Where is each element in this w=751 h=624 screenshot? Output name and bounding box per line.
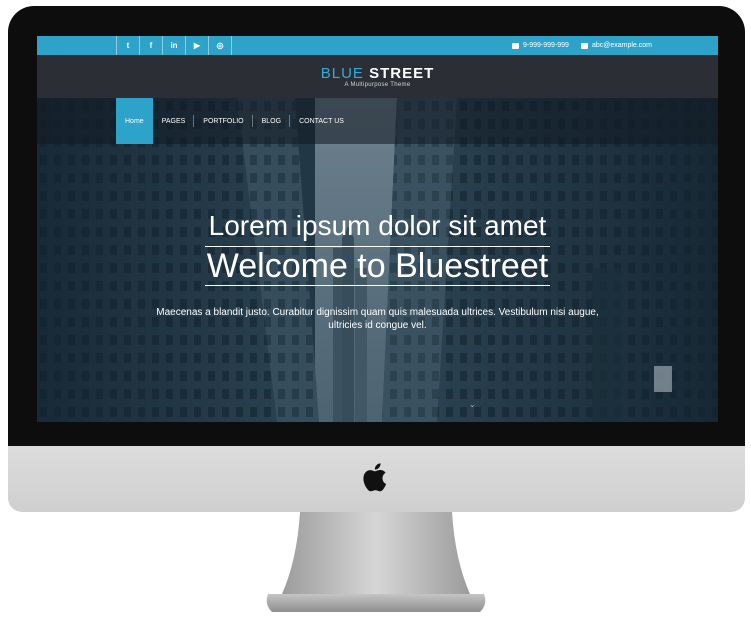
hero-section: Home PAGES PORTFOLIO BLOG CONTACT US Lor…: [37, 98, 718, 422]
main-nav: Home PAGES PORTFOLIO BLOG CONTACT US: [37, 98, 718, 144]
site-header: BLUE STREET A Multipurpose Theme: [37, 55, 718, 98]
nav-item-pages[interactable]: PAGES: [153, 98, 195, 144]
site-logo[interactable]: BLUE STREET: [37, 65, 718, 82]
facebook-icon[interactable]: f: [140, 36, 163, 55]
hero-paragraph: Maecenas a blandit justo. Curabitur dign…: [156, 307, 599, 331]
top-bar: t f in ▶ ◎ 9-999-999-999 abc@example.com: [37, 36, 718, 55]
logo-part1: BLUE: [320, 65, 364, 82]
hero-subtitle: Welcome to Bluestreet: [204, 246, 551, 286]
site-tagline: A Multipurpose Theme: [344, 82, 411, 88]
nav-item-home[interactable]: Home: [116, 98, 153, 144]
twitter-icon[interactable]: t: [117, 36, 140, 55]
hero-subtitle-wrap: Welcome to Bluestreet: [37, 246, 718, 286]
email-link[interactable]: abc@example.com: [592, 42, 652, 49]
linkedin-icon[interactable]: in: [163, 36, 186, 55]
contact-info: 9-999-999-999 abc@example.com: [512, 36, 652, 55]
social-links: t f in ▶ ◎: [116, 36, 232, 55]
nav-item-blog[interactable]: BLOG: [253, 98, 291, 144]
nav-item-contact-us[interactable]: CONTACT US: [290, 98, 353, 144]
mail-icon: [580, 42, 588, 49]
hero-title: Lorem ipsum dolor sit amet: [208, 210, 547, 241]
logo-part2: STREET: [369, 65, 435, 82]
nav-item-portfolio[interactable]: PORTFOLIO: [194, 98, 253, 144]
monitor-chin: [8, 446, 745, 512]
apple-logo-icon: [363, 463, 387, 492]
youtube-icon[interactable]: ▶: [186, 36, 209, 55]
website-screen: t f in ▶ ◎ 9-999-999-999 abc@example.com…: [37, 36, 718, 422]
phone-number: 9-999-999-999: [523, 42, 569, 49]
instagram-icon[interactable]: ◎: [209, 36, 232, 55]
chevron-down-icon[interactable]: ⌄: [469, 400, 476, 409]
phone-icon: [512, 42, 520, 49]
